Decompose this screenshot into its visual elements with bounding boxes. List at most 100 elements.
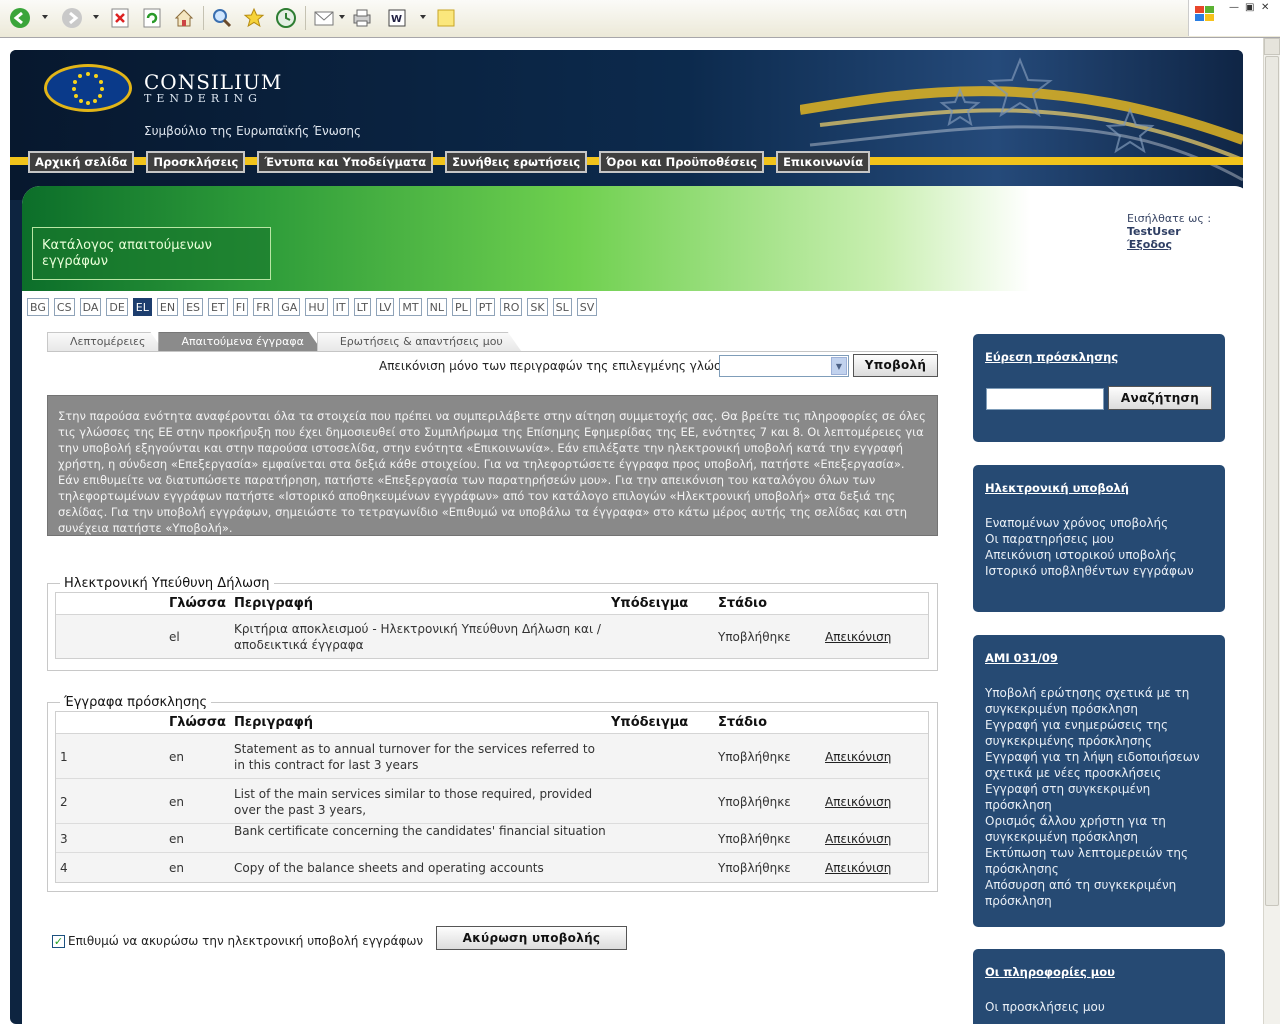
minimize-icon[interactable]: — xyxy=(1229,2,1239,13)
history-icon[interactable] xyxy=(274,6,298,30)
sidebar-link[interactable]: Εγγραφή για τη λήψη ειδοποιήσεων σχετικά… xyxy=(985,749,1213,781)
lang-et[interactable]: ET xyxy=(208,298,228,316)
close-icon[interactable]: ✕ xyxy=(1261,2,1269,13)
lang-sk[interactable]: SK xyxy=(527,298,548,316)
mail-dropdown-icon[interactable] xyxy=(339,15,345,19)
scroll-up-arrow[interactable] xyxy=(1264,38,1280,55)
sidebar-link[interactable]: Εγγραφή στη συγκεκριμένη πρόσκληση xyxy=(985,781,1213,813)
esd-section-title: Ηλεκτρονική Υπεύθυνη Δήλωση xyxy=(60,576,274,591)
print-icon[interactable] xyxy=(350,6,374,30)
lang-fr[interactable]: FR xyxy=(253,298,274,316)
sidebar-link[interactable]: Εγγραφή για ενημερώσεις της συγκεκριμένη… xyxy=(985,717,1213,749)
cancel-submission-row: ✓ Επιθυμώ να ακυρώσω την ηλεκτρονική υπο… xyxy=(52,934,423,948)
esd-table: Γλώσσα Περιγραφή Υπόδειγμα Στάδιο el Κριτ… xyxy=(55,592,929,659)
forward-dropdown-icon[interactable] xyxy=(93,15,99,19)
tabs: Λεπτομέρειες Απαιτούμενα έγγραφα Ερωτήσε… xyxy=(47,332,522,352)
lang-mt[interactable]: MT xyxy=(399,298,422,316)
col-language: Γλώσσα xyxy=(169,715,226,730)
lang-fi[interactable]: FI xyxy=(232,298,249,316)
lang-el[interactable]: EL xyxy=(132,298,152,316)
lang-de[interactable]: DE xyxy=(106,298,128,316)
lang-lv[interactable]: LV xyxy=(375,298,395,316)
edit-icon[interactable]: W xyxy=(386,6,410,30)
sidebar-link[interactable]: Εκτύπωση των λεπτομερειών της πρόσκλησης xyxy=(985,845,1213,877)
refresh-icon[interactable] xyxy=(140,6,164,30)
search-button[interactable]: Αναζήτηση xyxy=(1108,386,1212,410)
view-link[interactable]: Απεικόνιση xyxy=(825,795,891,809)
vertical-scrollbar[interactable] xyxy=(1263,38,1280,1024)
nav-calls[interactable]: Προσκλήσεις xyxy=(146,151,246,173)
sidebar-link[interactable]: Ιστορικό υποβληθέντων εγγράφων xyxy=(985,563,1213,579)
lang-pt[interactable]: PT xyxy=(475,298,496,316)
cancel-submission-button[interactable]: Ακύρωση υποβολής xyxy=(436,926,627,950)
lang-ga[interactable]: GA xyxy=(278,298,301,316)
sidebar-link[interactable]: Οι παρατηρήσεις μου xyxy=(985,531,1213,547)
lang-en[interactable]: EN xyxy=(156,298,179,316)
favorites-icon[interactable] xyxy=(242,6,266,30)
back-dropdown-icon[interactable] xyxy=(42,15,48,19)
myinfo-panel-title[interactable]: Οι πληροφορίες μου xyxy=(985,965,1213,979)
esubmission-panel-title[interactable]: Ηλεκτρονική υποβολή xyxy=(985,481,1213,495)
logout-link[interactable]: Έξοδος xyxy=(1127,238,1172,251)
sidebar-esubmission-panel: Ηλεκτρονική υποβολή Εναπομένων χρόνος υπ… xyxy=(973,465,1225,612)
col-template: Υπόδειγμα xyxy=(611,596,689,611)
lang-bg[interactable]: BG xyxy=(27,298,49,316)
lang-ro[interactable]: RO xyxy=(500,298,523,316)
nav-forms[interactable]: Έντυπα και Υποδείγματα xyxy=(257,151,434,173)
language-filter-select[interactable]: ▼ xyxy=(719,355,849,377)
view-link[interactable]: Απεικόνιση xyxy=(825,750,891,764)
forward-icon[interactable] xyxy=(60,6,84,30)
sidebar-link[interactable]: Εναπομένων χρόνος υποβολής xyxy=(985,515,1213,531)
lang-hu[interactable]: HU xyxy=(305,298,328,316)
stars-decoration xyxy=(800,57,1243,182)
sidebar-link[interactable]: Απεικόνιση ιστορικού υποβολής xyxy=(985,547,1213,563)
lang-nl[interactable]: NL xyxy=(426,298,447,316)
search-icon[interactable] xyxy=(210,6,234,30)
row-stage: Υποβλήθηκε xyxy=(718,831,791,846)
chevron-down-icon[interactable]: ▼ xyxy=(831,357,847,375)
sidebar-link[interactable]: Οι προσκλήσεις μου xyxy=(985,999,1213,1015)
notes-icon[interactable] xyxy=(434,6,458,30)
row-action: Απεικόνιση xyxy=(825,794,891,810)
restore-icon[interactable]: ▣ xyxy=(1245,2,1254,13)
call-panel-title[interactable]: AMI 031/09 xyxy=(985,651,1213,665)
search-panel-title[interactable]: Εύρεση πρόσκλησης xyxy=(985,350,1213,364)
view-link[interactable]: Απεικόνιση xyxy=(825,832,891,846)
lang-es[interactable]: ES xyxy=(183,298,204,316)
lang-pl[interactable]: PL xyxy=(451,298,471,316)
call-docs-table-header: Γλώσσα Περιγραφή Υπόδειγμα Στάδιο xyxy=(56,712,928,734)
sidebar-link[interactable]: Ορισμός άλλου χρήστη για τη συγκεκριμένη… xyxy=(985,813,1213,845)
page-title: Κατάλογος απαιτούμενων εγγράφων xyxy=(32,227,271,280)
stop-icon[interactable] xyxy=(108,6,132,30)
nav-faq[interactable]: Συνήθεις ερωτήσεις xyxy=(445,151,588,173)
view-link[interactable]: Απεικόνιση xyxy=(825,630,891,644)
scroll-thumb[interactable] xyxy=(1265,56,1279,906)
lang-da[interactable]: DA xyxy=(79,298,102,316)
call-search-input[interactable] xyxy=(986,388,1104,410)
lang-it[interactable]: IT xyxy=(332,298,349,316)
nav-terms[interactable]: Όροι και Προϋποθέσεις xyxy=(599,151,765,173)
lang-sl[interactable]: SL xyxy=(552,298,572,316)
sidebar-link[interactable]: Απόσυρση από τη συγκεκριμένη πρόσκληση xyxy=(985,877,1213,909)
tab-my-questions[interactable]: Ερωτήσεις & απαντήσεις μου xyxy=(317,332,522,352)
view-link[interactable]: Απεικόνιση xyxy=(825,861,891,875)
back-icon[interactable] xyxy=(8,6,32,30)
cancel-checkbox[interactable]: ✓ xyxy=(52,934,65,948)
lang-cs[interactable]: CS xyxy=(53,298,75,316)
logo-subtitle: TENDERING xyxy=(144,92,262,105)
tab-details[interactable]: Λεπτομέρειες xyxy=(47,332,164,352)
nav-home[interactable]: Αρχική σελίδα xyxy=(28,151,135,173)
main-content: Κατάλογος απαιτούμενων εγγράφων Εισήλθατ… xyxy=(22,186,1252,1024)
submit-button[interactable]: Υποβολή xyxy=(853,354,938,377)
lang-lt[interactable]: LT xyxy=(353,298,371,316)
nav-contact[interactable]: Επικοινωνία xyxy=(776,151,871,173)
lang-sv[interactable]: SV xyxy=(576,298,598,316)
sidebar-link[interactable]: Υποβολή ερώτησης σχετικά με τη συγκεκριμ… xyxy=(985,685,1213,717)
tab-required-documents[interactable]: Απαιτούμενα έγγραφα xyxy=(158,332,322,352)
browser-toolbar: W — ▣ ✕ xyxy=(0,0,1280,38)
home-icon[interactable] xyxy=(172,6,196,30)
table-row: 1 en Statement as to annual turnover for t… xyxy=(56,734,928,779)
mail-icon[interactable] xyxy=(312,6,336,30)
edit-dropdown-icon[interactable] xyxy=(420,15,426,19)
col-language: Γλώσσα xyxy=(169,596,226,611)
